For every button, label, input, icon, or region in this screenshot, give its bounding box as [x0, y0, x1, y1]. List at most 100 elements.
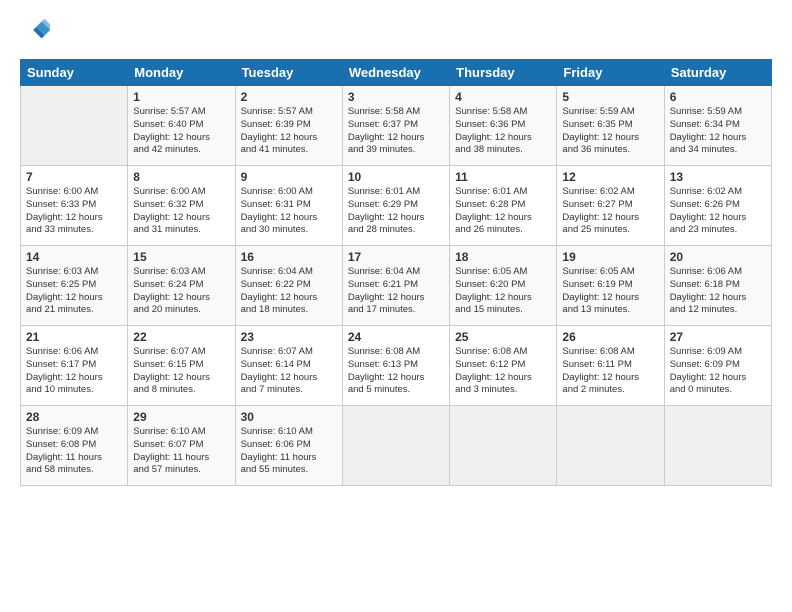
col-header-tuesday: Tuesday — [235, 60, 342, 86]
col-header-sunday: Sunday — [21, 60, 128, 86]
col-header-thursday: Thursday — [450, 60, 557, 86]
calendar-cell: 10 Sunrise: 6:01 AM Sunset: 6:29 PM Dayli… — [342, 166, 449, 246]
calendar-cell: 22Sunrise: 6:07 AM Sunset: 6:15 PM Dayli… — [128, 326, 235, 406]
calendar-cell: 1 Sunrise: 5:57 AM Sunset: 6:40 PM Daylig… — [128, 86, 235, 166]
calendar-cell: 7Sunrise: 6:00 AM Sunset: 6:33 PM Daylig… — [21, 166, 128, 246]
header — [20, 16, 772, 49]
calendar-cell: 11 Sunrise: 6:01 AM Sunset: 6:28 PM Dayli… — [450, 166, 557, 246]
calendar-cell: 15Sunrise: 6:03 AM Sunset: 6:24 PM Dayli… — [128, 246, 235, 326]
day-info: Sunrise: 5:59 AM Sunset: 6:35 PM Dayligh… — [562, 106, 658, 157]
week-row-3: 14 Sunrise: 6:03 AM Sunset: 6:25 PM Dayli… — [21, 246, 772, 326]
day-number: 21 — [26, 330, 122, 344]
calendar-cell: 30 Sunrise: 6:10 AM Sunset: 6:06 PM Dayli… — [235, 406, 342, 486]
col-header-wednesday: Wednesday — [342, 60, 449, 86]
day-number: 19 — [562, 250, 658, 264]
day-info: Sunrise: 6:07 AM Sunset: 6:14 PM Dayligh… — [241, 346, 337, 397]
day-number: 27 — [670, 330, 766, 344]
day-info: Sunrise: 6:06 AM Sunset: 6:17 PM Dayligh… — [26, 346, 122, 397]
day-info: Sunrise: 6:05 AM Sunset: 6:20 PM Dayligh… — [455, 266, 551, 317]
day-number: 1 — [133, 90, 229, 104]
day-number: 17 — [348, 250, 444, 264]
calendar-cell: 3 Sunrise: 5:58 AM Sunset: 6:37 PM Daylig… — [342, 86, 449, 166]
day-info: Sunrise: 6:03 AM Sunset: 6:25 PM Dayligh… — [26, 266, 122, 317]
day-info: Sunrise: 6:09 AM Sunset: 6:09 PM Dayligh… — [670, 346, 766, 397]
calendar-cell — [450, 406, 557, 486]
day-info: Sunrise: 6:10 AM Sunset: 6:06 PM Dayligh… — [241, 426, 337, 477]
calendar-cell: 13Sunrise: 6:02 AM Sunset: 6:26 PM Dayli… — [664, 166, 771, 246]
day-info: Sunrise: 6:05 AM Sunset: 6:19 PM Dayligh… — [562, 266, 658, 317]
day-number: 18 — [455, 250, 551, 264]
day-number: 9 — [241, 170, 337, 184]
day-number: 5 — [562, 90, 658, 104]
day-info: Sunrise: 5:58 AM Sunset: 6:37 PM Dayligh… — [348, 106, 444, 157]
calendar-cell: 21 Sunrise: 6:06 AM Sunset: 6:17 PM Dayli… — [21, 326, 128, 406]
day-number: 30 — [241, 410, 337, 424]
day-number: 13 — [670, 170, 766, 184]
calendar-cell: 4 Sunrise: 5:58 AM Sunset: 6:36 PM Daylig… — [450, 86, 557, 166]
day-info: Sunrise: 6:01 AM Sunset: 6:29 PM Dayligh… — [348, 186, 444, 237]
day-number: 23 — [241, 330, 337, 344]
day-info: Sunrise: 6:04 AM Sunset: 6:22 PM Dayligh… — [241, 266, 337, 317]
day-info: Sunrise: 5:58 AM Sunset: 6:36 PM Dayligh… — [455, 106, 551, 157]
calendar-cell: 14 Sunrise: 6:03 AM Sunset: 6:25 PM Dayli… — [21, 246, 128, 326]
calendar-cell: 9 Sunrise: 6:00 AM Sunset: 6:31 PM Daylig… — [235, 166, 342, 246]
day-number: 3 — [348, 90, 444, 104]
day-info: Sunrise: 6:08 AM Sunset: 6:13 PM Dayligh… — [348, 346, 444, 397]
calendar-cell: 8 Sunrise: 6:00 AM Sunset: 6:32 PM Daylig… — [128, 166, 235, 246]
logo-icon — [22, 16, 50, 44]
day-info: Sunrise: 6:00 AM Sunset: 6:33 PM Dayligh… — [26, 186, 122, 237]
day-info: Sunrise: 6:10 AM Sunset: 6:07 PM Dayligh… — [133, 426, 229, 477]
calendar-cell — [557, 406, 664, 486]
col-header-friday: Friday — [557, 60, 664, 86]
calendar-cell: 2Sunrise: 5:57 AM Sunset: 6:39 PM Daylig… — [235, 86, 342, 166]
day-info: Sunrise: 6:09 AM Sunset: 6:08 PM Dayligh… — [26, 426, 122, 477]
header-row: SundayMondayTuesdayWednesdayThursdayFrid… — [21, 60, 772, 86]
day-info: Sunrise: 6:00 AM Sunset: 6:32 PM Dayligh… — [133, 186, 229, 237]
day-info: Sunrise: 6:00 AM Sunset: 6:31 PM Dayligh… — [241, 186, 337, 237]
day-number: 24 — [348, 330, 444, 344]
col-header-monday: Monday — [128, 60, 235, 86]
day-number: 2 — [241, 90, 337, 104]
day-number: 29 — [133, 410, 229, 424]
day-info: Sunrise: 6:08 AM Sunset: 6:11 PM Dayligh… — [562, 346, 658, 397]
calendar-cell: 24 Sunrise: 6:08 AM Sunset: 6:13 PM Dayli… — [342, 326, 449, 406]
day-info: Sunrise: 6:08 AM Sunset: 6:12 PM Dayligh… — [455, 346, 551, 397]
calendar-cell: 28 Sunrise: 6:09 AM Sunset: 6:08 PM Dayli… — [21, 406, 128, 486]
week-row-1: 1 Sunrise: 5:57 AM Sunset: 6:40 PM Daylig… — [21, 86, 772, 166]
day-number: 6 — [670, 90, 766, 104]
col-header-saturday: Saturday — [664, 60, 771, 86]
day-number: 4 — [455, 90, 551, 104]
week-row-4: 21 Sunrise: 6:06 AM Sunset: 6:17 PM Dayli… — [21, 326, 772, 406]
day-number: 28 — [26, 410, 122, 424]
day-info: Sunrise: 6:01 AM Sunset: 6:28 PM Dayligh… — [455, 186, 551, 237]
day-info: Sunrise: 6:06 AM Sunset: 6:18 PM Dayligh… — [670, 266, 766, 317]
day-info: Sunrise: 6:02 AM Sunset: 6:27 PM Dayligh… — [562, 186, 658, 237]
day-number: 11 — [455, 170, 551, 184]
day-number: 16 — [241, 250, 337, 264]
calendar-cell: 18 Sunrise: 6:05 AM Sunset: 6:20 PM Dayli… — [450, 246, 557, 326]
calendar-cell: 16 Sunrise: 6:04 AM Sunset: 6:22 PM Dayli… — [235, 246, 342, 326]
week-row-2: 7Sunrise: 6:00 AM Sunset: 6:33 PM Daylig… — [21, 166, 772, 246]
calendar-cell: 25 Sunrise: 6:08 AM Sunset: 6:12 PM Dayli… — [450, 326, 557, 406]
day-number: 26 — [562, 330, 658, 344]
calendar-cell: 23 Sunrise: 6:07 AM Sunset: 6:14 PM Dayli… — [235, 326, 342, 406]
day-info: Sunrise: 5:57 AM Sunset: 6:40 PM Dayligh… — [133, 106, 229, 157]
day-number: 8 — [133, 170, 229, 184]
calendar-cell: 26 Sunrise: 6:08 AM Sunset: 6:11 PM Dayli… — [557, 326, 664, 406]
calendar-cell — [664, 406, 771, 486]
day-number: 10 — [348, 170, 444, 184]
day-number: 15 — [133, 250, 229, 264]
calendar-cell: 27 Sunrise: 6:09 AM Sunset: 6:09 PM Dayli… — [664, 326, 771, 406]
calendar-cell: 20Sunrise: 6:06 AM Sunset: 6:18 PM Dayli… — [664, 246, 771, 326]
day-number: 25 — [455, 330, 551, 344]
week-row-5: 28 Sunrise: 6:09 AM Sunset: 6:08 PM Dayli… — [21, 406, 772, 486]
calendar-cell: 5 Sunrise: 5:59 AM Sunset: 6:35 PM Daylig… — [557, 86, 664, 166]
logo — [20, 16, 50, 49]
day-number: 14 — [26, 250, 122, 264]
calendar-cell: 19 Sunrise: 6:05 AM Sunset: 6:19 PM Dayli… — [557, 246, 664, 326]
day-number: 12 — [562, 170, 658, 184]
day-info: Sunrise: 5:59 AM Sunset: 6:34 PM Dayligh… — [670, 106, 766, 157]
calendar-cell — [21, 86, 128, 166]
day-number: 22 — [133, 330, 229, 344]
calendar-cell: 12 Sunrise: 6:02 AM Sunset: 6:27 PM Dayli… — [557, 166, 664, 246]
